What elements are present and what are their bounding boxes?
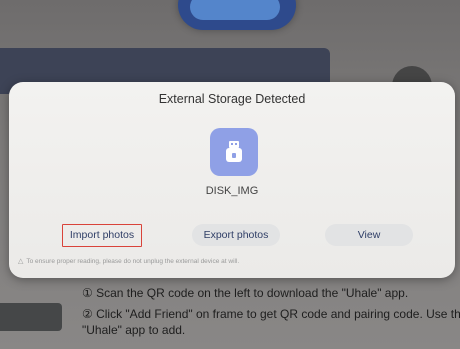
dialog-title: External Storage Detected bbox=[158, 92, 306, 106]
instruction-step-2: ② Click "Add Friend" on frame to get QR … bbox=[82, 307, 460, 321]
usb-drive-icon bbox=[210, 128, 258, 176]
screen: ① Scan the QR code on the left to downlo… bbox=[0, 0, 460, 349]
instruction-step-2-continued: "Uhale" app to add. bbox=[82, 323, 186, 337]
drive-name: DISK_IMG bbox=[205, 185, 259, 197]
warning-icon: △ bbox=[18, 258, 24, 265]
external-storage-dialog bbox=[9, 82, 455, 278]
unplug-notice: △ To ensure proper reading, please do not… bbox=[18, 257, 239, 265]
view-button[interactable]: View bbox=[325, 224, 413, 246]
app-logo-mark bbox=[190, 0, 280, 20]
background-side-button bbox=[0, 303, 62, 331]
export-photos-button[interactable]: Export photos bbox=[192, 224, 280, 246]
import-photos-button[interactable]: Import photos bbox=[62, 224, 142, 247]
notice-text: To ensure proper reading, please do not … bbox=[26, 258, 240, 265]
instruction-step-1: ① Scan the QR code on the left to downlo… bbox=[82, 286, 409, 300]
